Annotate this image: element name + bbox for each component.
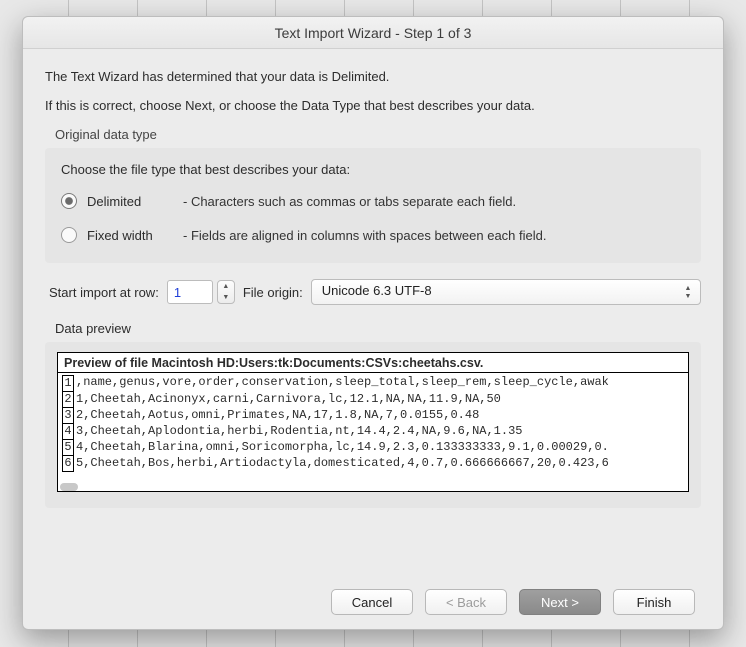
line-number: 1 [62, 375, 74, 392]
line-text: 2,Cheetah,Aotus,omni,Primates,NA,17,1.8,… [76, 408, 479, 424]
start-row-stepper[interactable]: ▲ ▼ [217, 280, 235, 304]
horizontal-scroll-thumb[interactable] [60, 483, 78, 491]
radio-row-fixed-width[interactable]: Fixed width - Fields are aligned in colu… [61, 227, 685, 243]
finish-button[interactable]: Finish [613, 589, 695, 615]
radio-row-delimited[interactable]: Delimited - Characters such as commas or… [61, 193, 685, 209]
line-number: 6 [62, 455, 74, 472]
line-text: 1,Cheetah,Acinonyx,carni,Carnivora,lc,12… [76, 392, 501, 408]
radio-delimited-desc: - Characters such as commas or tabs sepa… [183, 194, 516, 209]
text-import-wizard-dialog: Text Import Wizard - Step 1 of 3 The Tex… [22, 16, 724, 630]
preview-line: 1,name,genus,vore,order,conservation,sle… [62, 375, 684, 392]
intro-text-1: The Text Wizard has determined that your… [45, 69, 701, 84]
line-number: 3 [62, 407, 74, 424]
start-import-label: Start import at row: [49, 285, 159, 300]
preview-line: 65,Cheetah,Bos,herbi,Artiodactyla,domest… [62, 456, 684, 472]
radio-fixed-width-label: Fixed width [87, 228, 183, 243]
radio-delimited-label: Delimited [87, 194, 183, 209]
data-preview-panel: Preview of file Macintosh HD:Users:tk:Do… [57, 352, 689, 492]
next-button[interactable]: Next > [519, 589, 601, 615]
intro-text-2: If this is correct, choose Next, or choo… [45, 98, 701, 113]
line-text: 5,Cheetah,Bos,herbi,Artiodactyla,domesti… [76, 456, 609, 472]
preview-line: 32,Cheetah,Aotus,omni,Primates,NA,17,1.8… [62, 408, 684, 424]
data-preview-label: Data preview [55, 321, 701, 336]
file-origin-select[interactable]: Unicode 6.3 UTF-8 [311, 279, 701, 305]
line-text: ,name,genus,vore,order,conservation,slee… [76, 375, 609, 392]
preview-line: 43,Cheetah,Aplodontia,herbi,Rodentia,nt,… [62, 424, 684, 440]
radio-delimited[interactable] [61, 193, 77, 209]
preview-file-path: Preview of file Macintosh HD:Users:tk:Do… [58, 353, 688, 373]
cancel-button[interactable]: Cancel [331, 589, 413, 615]
line-text: 4,Cheetah,Blarina,omni,Soricomorpha,lc,1… [76, 440, 609, 456]
preview-line: 54,Cheetah,Blarina,omni,Soricomorpha,lc,… [62, 440, 684, 456]
chevron-down-icon: ▼ [222, 294, 229, 301]
original-data-type-group: Choose the file type that best describes… [45, 148, 701, 263]
radio-fixed-width-desc: - Fields are aligned in columns with spa… [183, 228, 546, 243]
dialog-title: Text Import Wizard - Step 1 of 3 [23, 17, 723, 49]
dialog-content: The Text Wizard has determined that your… [23, 49, 723, 629]
preview-body[interactable]: 1,name,genus,vore,order,conservation,sle… [58, 373, 688, 491]
file-origin-label: File origin: [243, 285, 303, 300]
original-data-type-label: Original data type [55, 127, 701, 142]
file-origin-select-wrap[interactable]: Unicode 6.3 UTF-8 ▲▼ [311, 279, 701, 305]
data-preview-group: Preview of file Macintosh HD:Users:tk:Do… [45, 342, 701, 508]
button-row: Cancel < Back Next > Finish [45, 589, 701, 615]
line-text: 3,Cheetah,Aplodontia,herbi,Rodentia,nt,1… [76, 424, 522, 440]
start-row-input[interactable] [167, 280, 213, 304]
file-type-instruction: Choose the file type that best describes… [61, 162, 685, 177]
line-number: 4 [62, 423, 74, 440]
back-button[interactable]: < Back [425, 589, 507, 615]
start-import-row: Start import at row: ▲ ▼ File origin: Un… [45, 279, 701, 305]
line-number: 2 [62, 391, 74, 408]
radio-fixed-width[interactable] [61, 227, 77, 243]
line-number: 5 [62, 439, 74, 456]
preview-line: 21,Cheetah,Acinonyx,carni,Carnivora,lc,1… [62, 392, 684, 408]
start-row-input-wrap: ▲ ▼ [167, 280, 235, 304]
chevron-up-icon: ▲ [222, 283, 229, 290]
